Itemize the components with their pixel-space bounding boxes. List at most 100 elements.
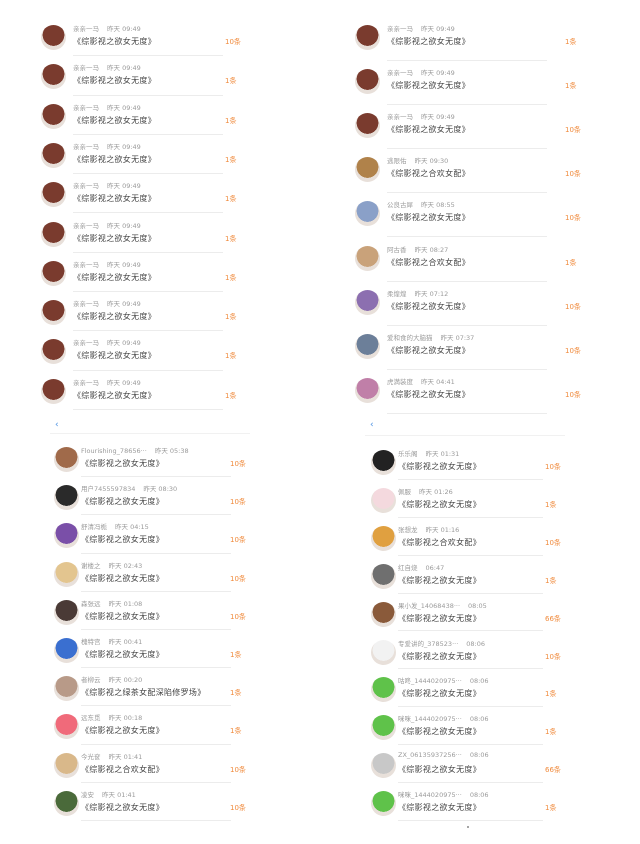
avatar[interactable] xyxy=(371,525,396,551)
username[interactable]: 谢楼之 xyxy=(81,562,101,570)
message-row[interactable]: 谢楼之 昨天 02:43 《综影视之欲女无度》 10条 xyxy=(50,555,255,594)
book-title[interactable]: 《综影视之欲女无度》 xyxy=(387,389,470,400)
book-title[interactable]: 《综影视之欲女无度》 xyxy=(81,802,164,813)
avatar[interactable] xyxy=(54,447,79,472)
message-row[interactable]: 者柳云 昨天 00:20 《综影视之绿茶女配深陷修罗场》 1条 xyxy=(50,669,255,708)
book-title[interactable]: 《综影视之欲女无度》 xyxy=(398,575,481,586)
avatar[interactable] xyxy=(355,377,380,403)
username[interactable]: 果小发_14068438··· xyxy=(398,602,460,610)
avatar[interactable] xyxy=(41,260,66,286)
message-row[interactable]: 虎満装度 昨天 04:41 《综影视之欲女无度》 10条 xyxy=(350,371,590,414)
username[interactable]: 远东觅 xyxy=(81,714,101,722)
message-row[interactable]: 咪咪_1444020975··· 08:06 《综影视之欲女无度》 1条 xyxy=(368,784,570,823)
message-row[interactable]: 咪咪_1444020975··· 08:06 《综影视之欲女无度》 1条 xyxy=(368,708,570,747)
username[interactable]: ZX_06135937256··· xyxy=(398,751,462,759)
username[interactable]: 凌安 xyxy=(81,791,94,799)
message-row[interactable]: 红自烧 06:47 《综影视之欲女无度》 1条 xyxy=(368,557,570,596)
avatar[interactable] xyxy=(41,182,66,208)
avatar[interactable] xyxy=(371,563,396,589)
book-title[interactable]: 《综影视之欲女无度》 xyxy=(398,764,481,775)
book-title[interactable]: 《综影视之欲女无度》 xyxy=(398,613,481,624)
message-row[interactable]: 佩服 昨天 01:26 《综影视之欲女无度》 1条 xyxy=(368,481,570,520)
message-row[interactable]: 逃限佑 昨天 09:30 《综影视之合欢女配》 10条 xyxy=(350,150,590,194)
avatar[interactable] xyxy=(41,103,66,129)
avatar[interactable] xyxy=(355,245,380,271)
book-title[interactable]: 《综影视之欲女无度》 xyxy=(387,124,470,135)
username[interactable]: 咕咚_1444020975··· xyxy=(398,677,462,685)
avatar[interactable] xyxy=(371,715,396,741)
username[interactable]: 亲亲一马 xyxy=(387,25,413,33)
avatar[interactable] xyxy=(54,714,79,740)
message-row[interactable]: 森张远 昨天 01:08 《综影视之欲女无度》 10条 xyxy=(50,593,255,632)
book-title[interactable]: 《综影视之绿茶女配深陷修罗场》 xyxy=(81,687,206,698)
message-row[interactable]: 亲亲一马 昨天 09:49 《综影视之欲女无度》 1条 xyxy=(35,372,250,411)
avatar[interactable] xyxy=(41,142,66,168)
book-title[interactable]: 《综影视之欲女无度》 xyxy=(81,649,164,660)
book-title[interactable]: 《综影视之欲女无度》 xyxy=(81,496,164,507)
book-title[interactable]: 《综影视之欲女无度》 xyxy=(73,350,156,361)
username[interactable]: 亲亲一马 xyxy=(73,143,99,151)
message-row[interactable]: 阿古香 昨天 08:27 《综影视之合欢女配》 1条 xyxy=(350,239,590,282)
book-title[interactable]: 《综影视之欲女无度》 xyxy=(387,36,470,47)
message-row[interactable]: 亲亲一马 昨天 09:49 《综影视之欲女无度》 1条 xyxy=(350,62,590,106)
book-title[interactable]: 《综影视之欲女无度》 xyxy=(398,651,481,662)
avatar[interactable] xyxy=(54,485,79,511)
book-title[interactable]: 《综影视之欲女无度》 xyxy=(81,573,164,584)
avatar[interactable] xyxy=(371,753,396,779)
username[interactable]: 阿古香 xyxy=(387,246,407,254)
avatar[interactable] xyxy=(54,790,79,816)
username[interactable]: 专爱讲的_378523··· xyxy=(398,640,458,648)
message-row[interactable]: ZX_06135937256··· 08:06 《综影视之欲女无度》 66条 xyxy=(368,746,570,785)
message-row[interactable]: 亲亲一马 昨天 09:49 《综影视之欲女无度》 1条 xyxy=(350,18,590,62)
book-title[interactable]: 《综影视之合欢女配》 xyxy=(81,764,164,775)
message-row[interactable]: 公良古犀 昨天 08:55 《综影视之欲女无度》 10条 xyxy=(350,194,590,238)
avatar[interactable] xyxy=(371,487,396,513)
message-row[interactable]: 亲亲一马 昨天 09:49 《综影视之欲女无度》 1条 xyxy=(35,175,250,214)
back-button-left[interactable]: ‹ xyxy=(55,420,59,430)
back-button-right[interactable]: ‹ xyxy=(370,420,374,430)
message-row[interactable]: 专爱讲的_378523··· 08:06 《综影视之欲女无度》 10条 xyxy=(368,633,570,672)
message-row[interactable]: 舒清冯栀 昨天 04:15 《综影视之欲女无度》 10条 xyxy=(50,516,255,555)
username[interactable]: 亲亲一马 xyxy=(73,182,99,190)
message-row[interactable]: 凌安 昨天 01:41 《综影视之欲女无度》 10条 xyxy=(50,784,255,823)
book-title[interactable]: 《综影视之欲女无度》 xyxy=(387,345,470,356)
avatar[interactable] xyxy=(54,752,79,778)
message-row[interactable]: 槐特宫 昨天 00:41 《综影视之欲女无度》 1条 xyxy=(50,631,255,670)
message-row[interactable]: 今光奁 昨天 01:41 《综影视之合欢女配》 10条 xyxy=(50,746,255,785)
avatar[interactable] xyxy=(54,523,79,549)
book-title[interactable]: 《综影视之合欢女配》 xyxy=(398,537,481,548)
username[interactable]: 公良古犀 xyxy=(387,201,413,209)
avatar[interactable] xyxy=(54,561,79,587)
avatar[interactable] xyxy=(355,157,380,183)
username[interactable]: 咪咪_1444020975··· xyxy=(398,715,462,723)
username[interactable]: 乐乐阁 xyxy=(398,450,418,458)
username[interactable]: 柔煌煌 xyxy=(387,290,407,298)
avatar[interactable] xyxy=(371,639,396,665)
book-title[interactable]: 《综影视之欲女无度》 xyxy=(81,458,164,469)
book-title[interactable]: 《综影视之欲女无度》 xyxy=(73,115,156,126)
book-title[interactable]: 《综影视之欲女无度》 xyxy=(73,75,156,86)
avatar[interactable] xyxy=(371,450,396,475)
username[interactable]: 槐特宫 xyxy=(81,638,101,646)
username[interactable]: 张想龙 xyxy=(398,526,418,534)
username[interactable]: 亲亲一马 xyxy=(73,379,99,387)
message-row[interactable]: 柔煌煌 昨天 07:12 《综影视之欲女无度》 10条 xyxy=(350,283,590,326)
username[interactable]: 爱和食的大脑猫 xyxy=(387,334,433,342)
message-row[interactable]: 亲亲一马 昨天 09:49 《综影视之欲女无度》 10条 xyxy=(35,18,250,57)
message-row[interactable]: 亲亲一马 昨天 09:49 《综影视之欲女无度》 1条 xyxy=(35,215,250,254)
book-title[interactable]: 《综影视之欲女无度》 xyxy=(73,390,156,401)
avatar[interactable] xyxy=(41,25,66,50)
username[interactable]: 亲亲一马 xyxy=(73,104,99,112)
book-title[interactable]: 《综影视之欲女无度》 xyxy=(398,461,481,472)
avatar[interactable] xyxy=(41,339,66,365)
message-row[interactable]: 乐乐阁 昨天 01:31 《综影视之欲女无度》 10条 xyxy=(368,443,570,482)
username[interactable]: 红自烧 xyxy=(398,564,418,572)
message-row[interactable]: 亲亲一马 昨天 09:49 《综影视之欲女无度》 1条 xyxy=(35,254,250,293)
message-row[interactable]: 远东觅 昨天 00:18 《综影视之欲女无度》 1条 xyxy=(50,707,255,746)
username[interactable]: 亲亲一马 xyxy=(387,113,413,121)
username[interactable]: 佩服 xyxy=(398,488,411,496)
message-row[interactable]: 用户7455597834 昨天 08:30 《综影视之欲女无度》 10条 xyxy=(50,478,255,517)
message-row[interactable]: Flourishing_78656··· 昨天 05:38 《综影视之欲女无度》 10… xyxy=(50,440,255,479)
book-title[interactable]: 《综影视之欲女无度》 xyxy=(73,233,156,244)
username[interactable]: 用户7455597834 xyxy=(81,485,135,493)
